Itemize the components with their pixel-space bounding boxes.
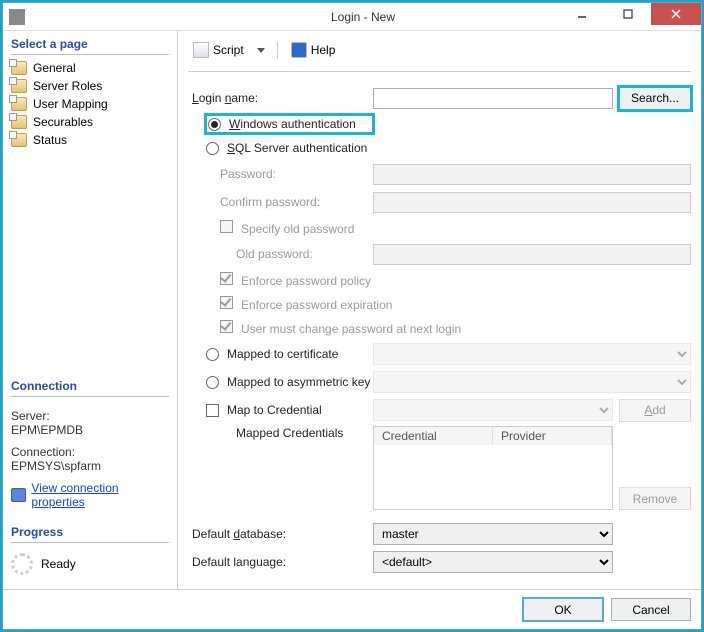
- mapped-credentials-label: Mapped Credentials: [188, 426, 373, 440]
- enforce-expiration-checkbox: [220, 296, 233, 309]
- default-database-label: Default database:: [188, 527, 373, 541]
- cancel-button[interactable]: Cancel: [611, 598, 691, 621]
- toolbar: Script Help: [188, 37, 691, 69]
- remove-button: Remove: [619, 487, 691, 510]
- specify-old-password-checkbox: [220, 220, 233, 233]
- main-panel: Script Help Login name: Search... Window…: [178, 31, 701, 589]
- page-icon: [11, 115, 27, 129]
- view-connection-properties-link[interactable]: View connection properties: [11, 481, 169, 509]
- minimize-button[interactable]: [559, 3, 605, 25]
- titlebar: Login - New: [3, 3, 701, 31]
- progress-spinner-icon: [11, 553, 33, 575]
- progress-header: Progress: [11, 523, 169, 543]
- page-icon: [11, 79, 27, 93]
- password-label: Password:: [188, 167, 373, 181]
- mapped-to-certificate-radio[interactable]: Mapped to certificate: [206, 347, 373, 361]
- app-icon: [9, 9, 25, 25]
- default-language-combo[interactable]: <default>: [373, 551, 613, 573]
- sql-auth-radio[interactable]: SQL Server authentication: [206, 141, 373, 155]
- login-name-input[interactable]: [373, 88, 613, 109]
- col-credential: Credential: [374, 427, 493, 445]
- connection-icon: [11, 488, 26, 502]
- page-item-status[interactable]: Status: [11, 131, 169, 149]
- radio-icon: [206, 348, 219, 361]
- checkbox-icon: [206, 404, 219, 417]
- server-label: Server:: [11, 409, 169, 423]
- confirm-password-input: [373, 192, 691, 213]
- must-change-password-checkbox: [220, 320, 233, 333]
- select-page-header: Select a page: [11, 35, 169, 55]
- radio-icon: [208, 118, 221, 131]
- script-button[interactable]: Script: [188, 39, 249, 61]
- page-item-user-mapping[interactable]: User Mapping: [11, 95, 169, 113]
- close-button[interactable]: [651, 3, 701, 25]
- windows-auth-radio[interactable]: Windows authentication: [206, 115, 373, 133]
- script-icon: [193, 42, 209, 58]
- page-item-general[interactable]: General: [11, 59, 169, 77]
- script-dropdown-caret-icon[interactable]: [257, 48, 265, 53]
- dialog-footer: OK Cancel: [3, 589, 701, 629]
- old-password-input: [373, 244, 691, 265]
- page-icon: [11, 133, 27, 147]
- default-database-combo[interactable]: master: [373, 523, 613, 545]
- login-name-label: Login name:: [188, 91, 373, 105]
- credential-combo: [373, 399, 613, 421]
- connection-value: EPMSYS\spfarm: [11, 459, 169, 473]
- radio-icon: [206, 142, 219, 155]
- mapped-to-asym-key-radio[interactable]: Mapped to asymmetric key: [206, 375, 373, 389]
- add-button: Add: [619, 399, 691, 422]
- search-button[interactable]: Search...: [619, 87, 691, 110]
- connection-header: Connection: [11, 377, 169, 397]
- login-new-dialog: Login - New Select a page General Server…: [2, 2, 702, 630]
- page-icon: [11, 97, 27, 111]
- maximize-button[interactable]: [605, 3, 651, 25]
- certificate-combo: [373, 343, 691, 365]
- ok-button[interactable]: OK: [523, 598, 603, 621]
- server-value: EPM\EPMDB: [11, 423, 169, 437]
- sidebar: Select a page General Server Roles User …: [3, 31, 178, 589]
- page-item-server-roles[interactable]: Server Roles: [11, 77, 169, 95]
- toolbar-separator: [277, 41, 278, 59]
- default-language-label: Default language:: [188, 555, 373, 569]
- confirm-password-label: Confirm password:: [188, 195, 373, 209]
- enforce-policy-checkbox: [220, 272, 233, 285]
- map-to-credential-checkbox[interactable]: Map to Credential: [206, 403, 373, 417]
- mapped-credentials-table[interactable]: Credential Provider: [373, 426, 613, 510]
- progress-status: Ready: [41, 557, 76, 571]
- asym-key-combo: [373, 371, 691, 393]
- old-password-label: Old password:: [188, 247, 373, 261]
- page-item-securables[interactable]: Securables: [11, 113, 169, 131]
- password-input: [373, 164, 691, 185]
- page-icon: [11, 61, 27, 75]
- connection-label: Connection:: [11, 445, 169, 459]
- radio-icon: [206, 376, 219, 389]
- col-provider: Provider: [493, 427, 612, 445]
- help-button[interactable]: Help: [286, 39, 341, 61]
- help-icon: [291, 42, 307, 58]
